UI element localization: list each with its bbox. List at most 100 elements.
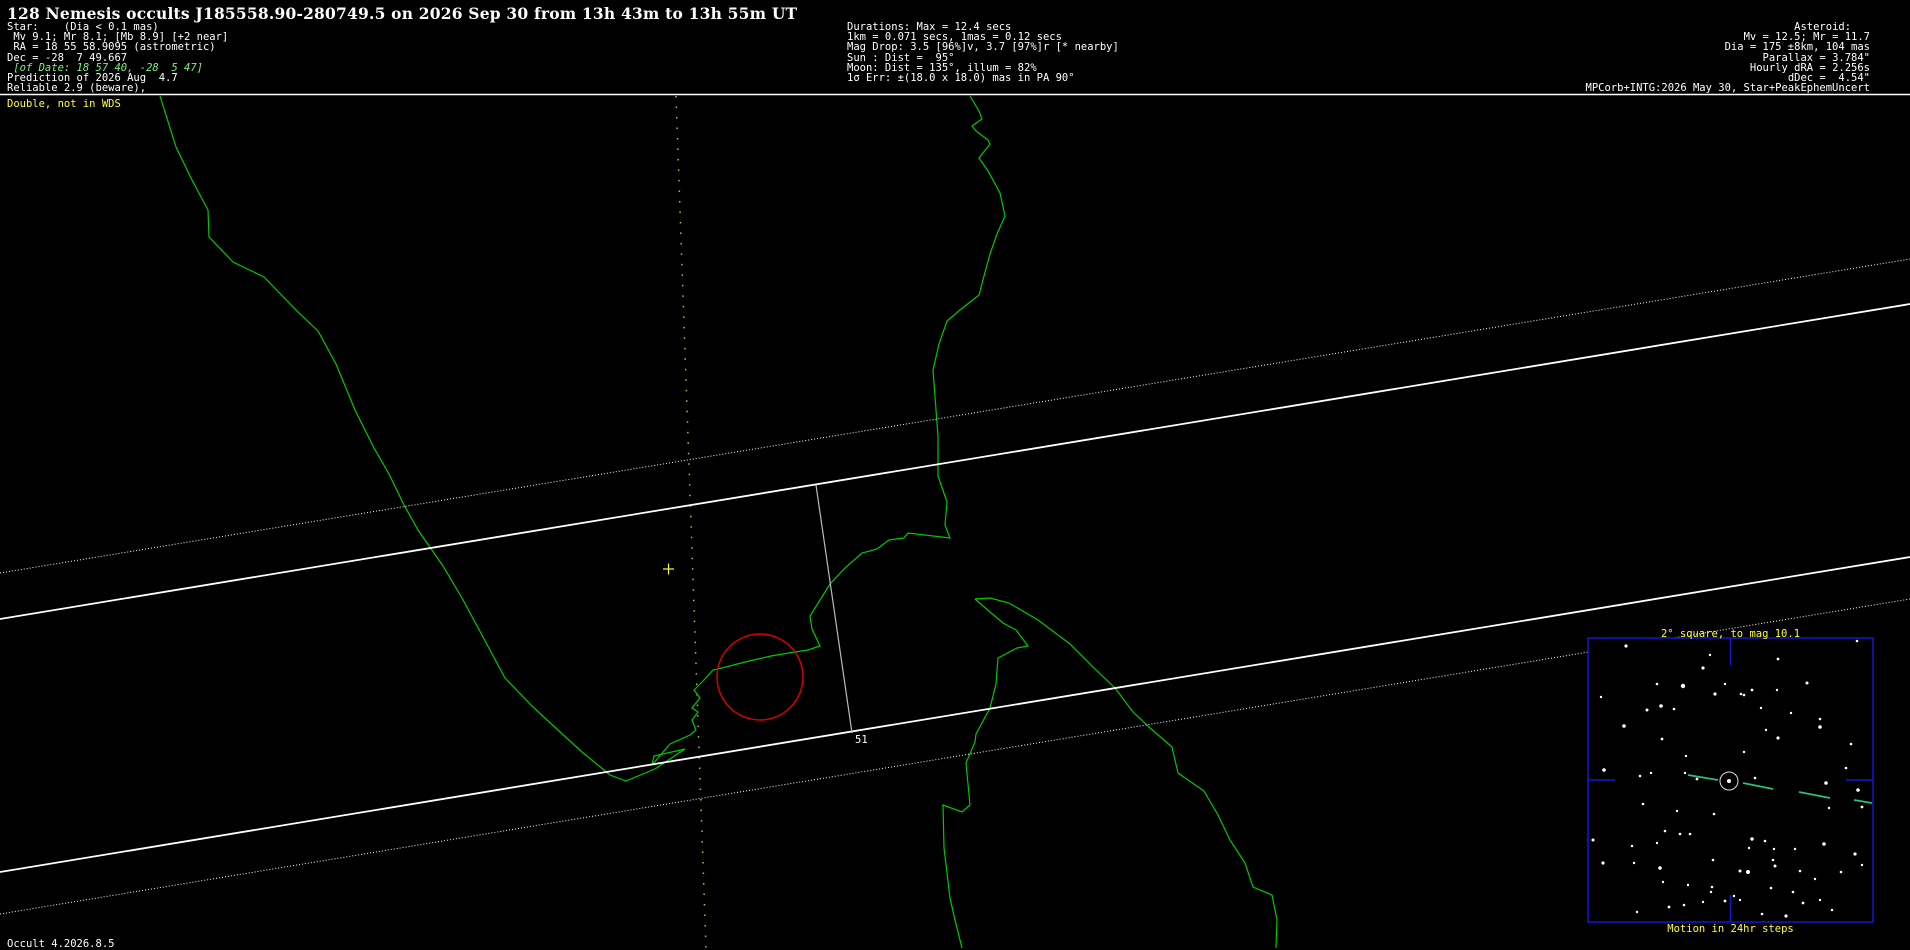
star-info-block: Star: (Dia < 0.1 mas) Mv 9.1; Mr 8.1; [M… <box>7 22 228 95</box>
finder-star <box>1659 704 1663 708</box>
finder-star <box>1645 708 1649 712</box>
finder-star <box>1844 766 1848 770</box>
finder-star <box>1771 858 1775 862</box>
finder-star <box>1739 692 1743 696</box>
durations-info-block: Durations: Max = 12.4 secs 1km = 0.071 se… <box>847 22 1119 85</box>
finder-star <box>1709 890 1713 894</box>
finder-star <box>1638 774 1642 778</box>
finder-star <box>1784 914 1788 918</box>
center-cross-marker <box>663 563 674 575</box>
finder-star <box>1824 781 1828 785</box>
finder-star <box>1860 863 1864 867</box>
finder-star <box>1684 754 1688 758</box>
finder-star <box>1839 870 1843 874</box>
finder-star <box>1675 809 1679 813</box>
finder-star <box>1641 802 1645 806</box>
finder-star <box>1813 877 1817 881</box>
finder-star <box>1791 890 1795 894</box>
finder-star <box>1683 771 1687 775</box>
finder-star <box>1661 880 1665 884</box>
path-edge-north <box>0 303 1910 620</box>
finder-star <box>1830 908 1834 912</box>
finder-star <box>1711 858 1715 862</box>
finder-star <box>1622 724 1626 728</box>
finder-star <box>1793 847 1797 851</box>
coastline-east <box>974 597 1278 948</box>
finder-star <box>1672 707 1676 711</box>
finder-chart <box>1587 637 1874 923</box>
finder-star <box>1753 776 1757 780</box>
finder-star <box>1822 842 1826 846</box>
finder-title: 2° square, to mag 10.1 <box>1660 628 1801 640</box>
finder-star <box>1818 717 1822 721</box>
asteroid-info-block: Asteroid: Mv = 12.5; Mr = 11.7 Dia = 175 … <box>1585 22 1870 95</box>
target-star <box>1727 779 1731 783</box>
finder-star <box>1776 657 1780 661</box>
finder-star <box>1701 900 1705 904</box>
finder-star <box>1658 866 1662 870</box>
finder-star <box>1701 666 1705 670</box>
finder-star <box>1738 869 1742 873</box>
finder-star <box>1742 693 1746 697</box>
finder-star <box>1760 912 1764 916</box>
finder-star <box>1750 688 1754 692</box>
finder-star <box>1695 777 1699 781</box>
finder-star <box>1723 682 1727 686</box>
finder-star <box>1686 883 1690 887</box>
dotted-vertical-line <box>675 95 707 948</box>
finder-star <box>1763 839 1767 843</box>
finder-star <box>1818 725 1822 729</box>
finder-star <box>1710 885 1714 889</box>
finder-star <box>1713 692 1717 696</box>
coastline-west <box>159 95 686 782</box>
finder-star <box>1805 681 1809 685</box>
finder-star <box>1746 870 1750 874</box>
finder-star <box>1773 864 1777 868</box>
finder-star <box>1660 737 1664 741</box>
occultation-map: 51 <box>0 93 1910 948</box>
finder-star <box>1667 905 1671 909</box>
finder-star <box>1624 644 1628 648</box>
finder-star <box>1860 805 1864 809</box>
finder-star <box>1591 838 1595 842</box>
cross-path-line <box>815 484 853 734</box>
finder-star <box>1680 683 1686 689</box>
finder-star <box>1827 806 1831 810</box>
finder-star <box>1764 728 1768 732</box>
finder-star <box>1772 847 1776 851</box>
finder-star <box>1601 861 1605 865</box>
finder-star <box>1855 639 1859 643</box>
coastline-island <box>651 95 1006 766</box>
finder-star <box>1776 736 1780 740</box>
asteroid-shadow-circle <box>716 633 804 721</box>
finder-star <box>1789 711 1793 715</box>
finder-star <box>1678 832 1682 836</box>
path-point-label: 51 <box>855 734 868 746</box>
finder-star <box>1801 901 1805 905</box>
finder-caption: Motion in 24hr steps <box>1667 923 1794 935</box>
finder-star <box>1630 844 1634 848</box>
finder-star <box>1798 869 1802 873</box>
finder-star <box>1759 706 1763 710</box>
star-line: Reliable 2.9 (beware), <box>7 82 147 95</box>
finder-star <box>1853 852 1857 856</box>
path-limit-north-dotted <box>0 258 1910 574</box>
finder-star <box>1599 695 1603 699</box>
double-star-note: Double, not in WDS <box>7 98 121 110</box>
dur-line: 1σ Err: ±(18.0 x 18.0) mas in PA 90° <box>847 72 1075 85</box>
finder-star <box>1712 812 1716 816</box>
finder-star <box>1732 894 1736 898</box>
finder-star <box>1818 898 1822 902</box>
finder-star <box>1655 682 1659 686</box>
finder-star <box>1635 910 1639 914</box>
version-label: Occult 4.2026.8.5 <box>7 938 115 950</box>
finder-star <box>1769 886 1773 890</box>
finder-star <box>1655 841 1659 845</box>
finder-star <box>1750 837 1754 841</box>
finder-star <box>1723 899 1727 903</box>
finder-star <box>1602 768 1606 772</box>
ast-line: MPCorb+INTG:2026 May 30, Star+PeakEphemU… <box>1585 82 1870 95</box>
finder-star <box>1688 832 1692 836</box>
finder-star <box>1856 788 1860 792</box>
finder-star <box>1663 829 1667 833</box>
